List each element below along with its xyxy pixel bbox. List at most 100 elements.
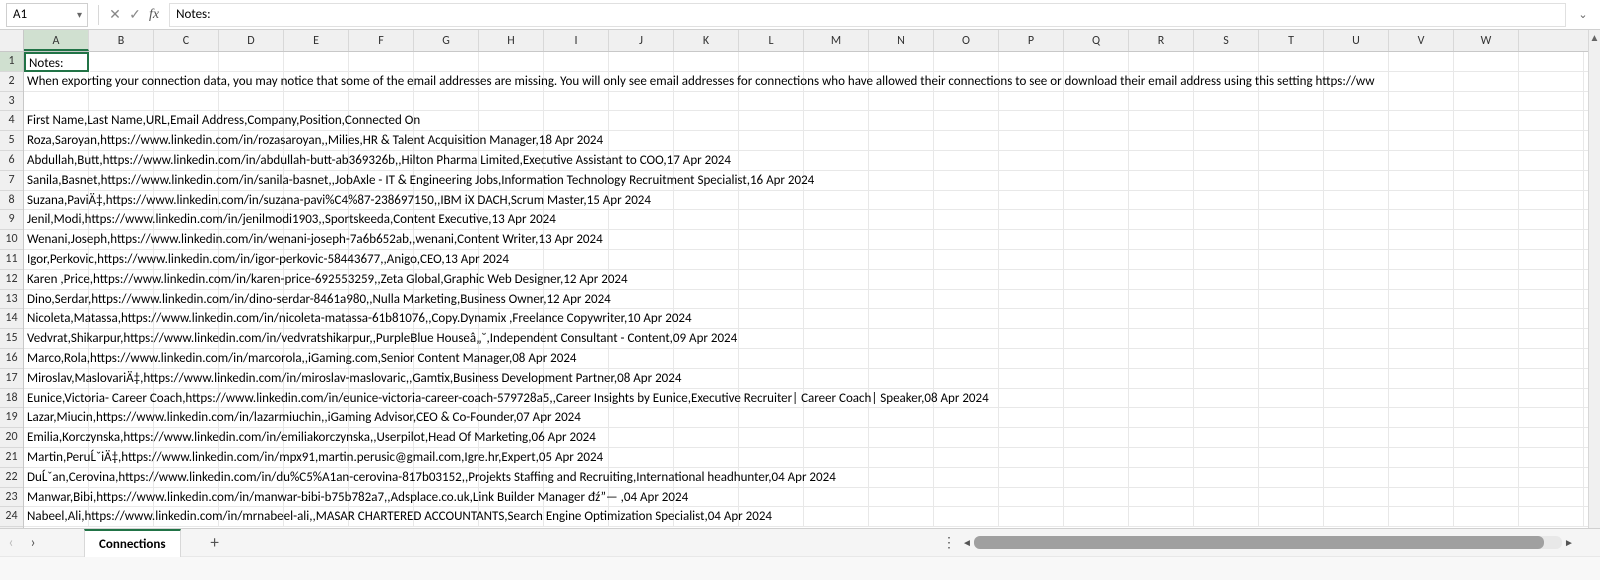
cell[interactable] (89, 131, 1588, 151)
add-sheet-button[interactable]: + (201, 532, 229, 553)
cell[interactable] (89, 309, 1588, 329)
column-header[interactable]: I (544, 30, 609, 51)
expand-formula-icon[interactable]: ⌄ (1572, 8, 1594, 21)
cell[interactable]: Sanila,Basnet,https://www.linkedin.com/i… (24, 171, 89, 191)
column-header[interactable]: K (674, 30, 739, 51)
cell[interactable]: Marco,Rola,https://www.linkedin.com/in/m… (24, 349, 89, 369)
cell[interactable] (89, 210, 1588, 230)
row-header[interactable]: 15 (0, 329, 23, 349)
column-header[interactable]: D (219, 30, 284, 51)
cell[interactable]: When exporting your connection data, you… (24, 72, 89, 92)
column-header[interactable]: U (1324, 30, 1389, 51)
cell[interactable]: Notes: (24, 52, 89, 72)
scrollbar-thumb[interactable] (974, 536, 1544, 549)
cell[interactable] (89, 408, 1588, 428)
chevron-down-icon[interactable]: ▾ (77, 7, 82, 20)
cell[interactable]: Jenil,Modi,https://www.linkedin.com/in/j… (24, 210, 89, 230)
cell[interactable]: DuĹˇan,Cerovina,https://www.linkedin.com… (24, 468, 89, 488)
column-header[interactable]: J (609, 30, 674, 51)
column-header[interactable]: E (284, 30, 349, 51)
row-header[interactable]: 2 (0, 72, 23, 92)
row-header[interactable]: 10 (0, 230, 23, 250)
row-header[interactable]: 22 (0, 468, 23, 488)
cell[interactable] (89, 52, 1588, 72)
row-header[interactable]: 12 (0, 270, 23, 290)
column-header[interactable]: A (24, 30, 89, 51)
cells-area[interactable]: Notes:When exporting your connection dat… (24, 52, 1588, 528)
cell[interactable] (89, 92, 1588, 112)
cell[interactable] (89, 488, 1588, 508)
cell[interactable] (89, 72, 1588, 92)
cell[interactable]: Lazar,Miucin,https://www.linkedin.com/in… (24, 408, 89, 428)
cell[interactable] (89, 171, 1588, 191)
cell[interactable] (89, 349, 1588, 369)
cell[interactable] (89, 448, 1588, 468)
cell[interactable]: Eunice,Victoria- Career Coach,https://ww… (24, 389, 89, 409)
column-header[interactable]: L (739, 30, 804, 51)
name-box[interactable]: A1 ▾ (6, 3, 88, 27)
scroll-right-icon[interactable]: ► (1562, 536, 1576, 549)
cell[interactable]: Miroslav,MaslovariÄ‡,https://www.linkedi… (24, 369, 89, 389)
row-header[interactable]: 16 (0, 349, 23, 369)
column-header[interactable]: F (349, 30, 414, 51)
cell[interactable] (89, 369, 1588, 389)
column-header[interactable]: V (1389, 30, 1454, 51)
column-header[interactable]: O (934, 30, 999, 51)
row-header[interactable]: 7 (0, 171, 23, 191)
scroll-up-icon[interactable]: ▲ (1589, 30, 1600, 46)
column-header[interactable]: R (1129, 30, 1194, 51)
cancel-icon[interactable]: ✕ (105, 6, 125, 23)
cell[interactable] (89, 389, 1588, 409)
row-header[interactable]: 5 (0, 131, 23, 151)
vertical-scrollbar[interactable]: ▲ (1588, 30, 1600, 528)
column-header[interactable]: G (414, 30, 479, 51)
row-header[interactable]: 24 (0, 507, 23, 527)
row-header[interactable]: 9 (0, 210, 23, 230)
horizontal-scrollbar[interactable]: ◄ ► (960, 536, 1576, 549)
cell[interactable]: Wenani,Joseph,https://www.linkedin.com/i… (24, 230, 89, 250)
column-header[interactable]: S (1194, 30, 1259, 51)
scrollbar-track[interactable] (974, 536, 1562, 549)
row-header[interactable]: 13 (0, 290, 23, 310)
cell[interactable] (89, 428, 1588, 448)
cell[interactable]: Manwar,Bibi,https://www.linkedin.com/in/… (24, 488, 89, 508)
cell[interactable] (89, 270, 1588, 290)
row-header[interactable]: 14 (0, 309, 23, 329)
cell[interactable]: Nicoleta,Matassa,https://www.linkedin.co… (24, 309, 89, 329)
cell[interactable]: Emilia,Korczynska,https://www.linkedin.c… (24, 428, 89, 448)
row-header[interactable]: 23 (0, 488, 23, 508)
cell[interactable] (89, 111, 1588, 131)
cell[interactable] (89, 151, 1588, 171)
cell[interactable] (89, 329, 1588, 349)
row-header[interactable]: 8 (0, 191, 23, 211)
cell[interactable]: First Name,Last Name,URL,Email Address,C… (24, 111, 89, 131)
select-all-corner[interactable] (0, 30, 24, 52)
cell[interactable]: Vedvrat,Shikarpur,https://www.linkedin.c… (24, 329, 89, 349)
cell[interactable]: Martin,PeruĹˇiÄ‡,https://www.linkedin.co… (24, 448, 89, 468)
cell[interactable]: Karen ,Price,https://www.linkedin.com/in… (24, 270, 89, 290)
next-sheet-icon[interactable]: › (22, 534, 44, 552)
row-header[interactable]: 6 (0, 151, 23, 171)
column-header[interactable]: T (1259, 30, 1324, 51)
row-header[interactable]: 19 (0, 408, 23, 428)
prev-sheet-icon[interactable]: ‹ (0, 534, 22, 552)
column-header[interactable]: W (1454, 30, 1519, 51)
sheet-tab[interactable]: Connections (84, 529, 181, 557)
row-header[interactable]: 1 (0, 52, 23, 72)
cell[interactable]: Roza,Saroyan,https://www.linkedin.com/in… (24, 131, 89, 151)
enter-icon[interactable]: ✓ (125, 6, 145, 23)
formula-input[interactable]: Notes: (169, 3, 1566, 27)
column-header[interactable]: H (479, 30, 544, 51)
cell[interactable] (89, 250, 1588, 270)
column-header[interactable]: C (154, 30, 219, 51)
cell[interactable] (89, 230, 1588, 250)
row-header[interactable]: 20 (0, 428, 23, 448)
cell[interactable]: Abdullah,Butt,https://www.linkedin.com/i… (24, 151, 89, 171)
cell[interactable]: Igor,Perkovic,https://www.linkedin.com/i… (24, 250, 89, 270)
sheet-menu-icon[interactable]: ⋮ (942, 534, 956, 551)
row-header[interactable]: 3 (0, 92, 23, 112)
row-header[interactable]: 17 (0, 369, 23, 389)
scroll-left-icon[interactable]: ◄ (960, 536, 974, 549)
cell[interactable]: Nabeel,Ali,https://www.linkedin.com/in/m… (24, 507, 89, 527)
column-header[interactable]: B (89, 30, 154, 51)
